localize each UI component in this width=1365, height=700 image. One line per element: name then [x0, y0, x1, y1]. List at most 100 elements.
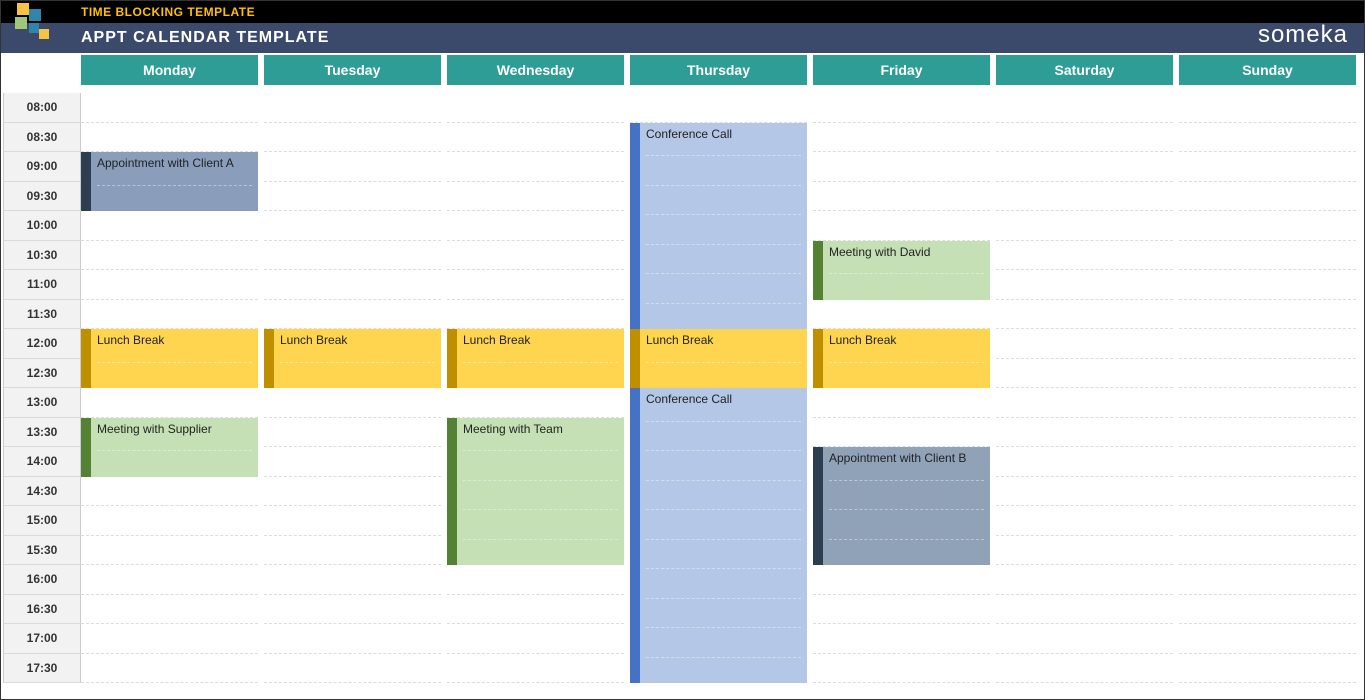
time-slot[interactable] [264, 506, 441, 536]
time-slot[interactable] [81, 270, 258, 300]
time-slot[interactable] [81, 536, 258, 566]
time-slot[interactable] [447, 152, 624, 182]
time-slot[interactable] [996, 595, 1173, 625]
time-slot[interactable] [264, 595, 441, 625]
calendar-event[interactable]: Conference Call [630, 123, 807, 330]
time-slot[interactable] [447, 270, 624, 300]
time-slot[interactable] [996, 418, 1173, 448]
time-slot[interactable] [996, 624, 1173, 654]
time-slot[interactable] [264, 152, 441, 182]
time-slot[interactable] [1179, 565, 1356, 595]
time-slot[interactable] [1179, 123, 1356, 153]
time-slot[interactable] [264, 300, 441, 330]
time-slot[interactable] [264, 654, 441, 684]
time-slot[interactable] [264, 93, 441, 123]
time-slot[interactable] [996, 270, 1173, 300]
time-slot[interactable] [813, 388, 990, 418]
time-slot[interactable] [996, 388, 1173, 418]
time-slot[interactable] [1179, 359, 1356, 389]
calendar-event[interactable]: Lunch Break [813, 329, 990, 388]
time-slot[interactable] [1179, 211, 1356, 241]
time-slot[interactable] [996, 477, 1173, 507]
time-slot[interactable] [1179, 477, 1356, 507]
time-slot[interactable] [1179, 595, 1356, 625]
time-slot[interactable] [81, 595, 258, 625]
time-slot[interactable] [996, 506, 1173, 536]
time-slot[interactable] [813, 93, 990, 123]
time-slot[interactable] [264, 270, 441, 300]
calendar-event[interactable]: Meeting with David [813, 241, 990, 300]
time-slot[interactable] [81, 624, 258, 654]
calendar-event[interactable]: Meeting with Supplier [81, 418, 258, 477]
time-slot[interactable] [996, 241, 1173, 271]
time-slot[interactable] [1179, 624, 1356, 654]
time-slot[interactable] [81, 300, 258, 330]
time-slot[interactable] [81, 211, 258, 241]
time-slot[interactable] [813, 152, 990, 182]
time-slot[interactable] [264, 241, 441, 271]
time-slot[interactable] [447, 93, 624, 123]
time-slot[interactable] [996, 447, 1173, 477]
time-slot[interactable] [81, 93, 258, 123]
calendar-event[interactable]: Lunch Break [630, 329, 807, 388]
time-slot[interactable] [996, 359, 1173, 389]
time-slot[interactable] [996, 93, 1173, 123]
time-slot[interactable] [264, 388, 441, 418]
time-slot[interactable] [996, 123, 1173, 153]
time-slot[interactable] [813, 624, 990, 654]
time-slot[interactable] [264, 565, 441, 595]
time-slot[interactable] [447, 123, 624, 153]
time-slot[interactable] [264, 211, 441, 241]
time-slot[interactable] [81, 654, 258, 684]
time-slot[interactable] [630, 93, 807, 123]
time-slot[interactable] [447, 595, 624, 625]
calendar-event[interactable]: Appointment with Client B [813, 447, 990, 565]
time-slot[interactable] [1179, 182, 1356, 212]
time-slot[interactable] [996, 152, 1173, 182]
time-slot[interactable] [81, 565, 258, 595]
time-slot[interactable] [996, 300, 1173, 330]
time-slot[interactable] [1179, 329, 1356, 359]
time-slot[interactable] [996, 536, 1173, 566]
time-slot[interactable] [264, 536, 441, 566]
time-slot[interactable] [447, 654, 624, 684]
time-slot[interactable] [447, 211, 624, 241]
time-slot[interactable] [447, 300, 624, 330]
time-slot[interactable] [447, 624, 624, 654]
time-slot[interactable] [813, 418, 990, 448]
time-slot[interactable] [813, 211, 990, 241]
time-slot[interactable] [813, 654, 990, 684]
time-slot[interactable] [1179, 388, 1356, 418]
time-slot[interactable] [81, 506, 258, 536]
calendar-event[interactable]: Appointment with Client A [81, 152, 258, 211]
time-slot[interactable] [1179, 506, 1356, 536]
time-slot[interactable] [996, 329, 1173, 359]
time-slot[interactable] [1179, 93, 1356, 123]
time-slot[interactable] [813, 300, 990, 330]
time-slot[interactable] [1179, 300, 1356, 330]
time-slot[interactable] [996, 654, 1173, 684]
time-slot[interactable] [264, 182, 441, 212]
time-slot[interactable] [447, 388, 624, 418]
time-slot[interactable] [1179, 152, 1356, 182]
time-slot[interactable] [813, 565, 990, 595]
calendar-event[interactable]: Conference Call [630, 388, 807, 683]
calendar-event[interactable]: Lunch Break [447, 329, 624, 388]
time-slot[interactable] [996, 565, 1173, 595]
time-slot[interactable] [813, 595, 990, 625]
time-slot[interactable] [264, 123, 441, 153]
time-slot[interactable] [1179, 241, 1356, 271]
time-slot[interactable] [996, 182, 1173, 212]
time-slot[interactable] [1179, 654, 1356, 684]
time-slot[interactable] [813, 123, 990, 153]
time-slot[interactable] [1179, 447, 1356, 477]
time-slot[interactable] [264, 418, 441, 448]
time-slot[interactable] [81, 477, 258, 507]
time-slot[interactable] [1179, 536, 1356, 566]
time-slot[interactable] [813, 182, 990, 212]
time-slot[interactable] [264, 477, 441, 507]
time-slot[interactable] [264, 624, 441, 654]
time-slot[interactable] [81, 388, 258, 418]
calendar-event[interactable]: Meeting with Team [447, 418, 624, 566]
time-slot[interactable] [264, 447, 441, 477]
